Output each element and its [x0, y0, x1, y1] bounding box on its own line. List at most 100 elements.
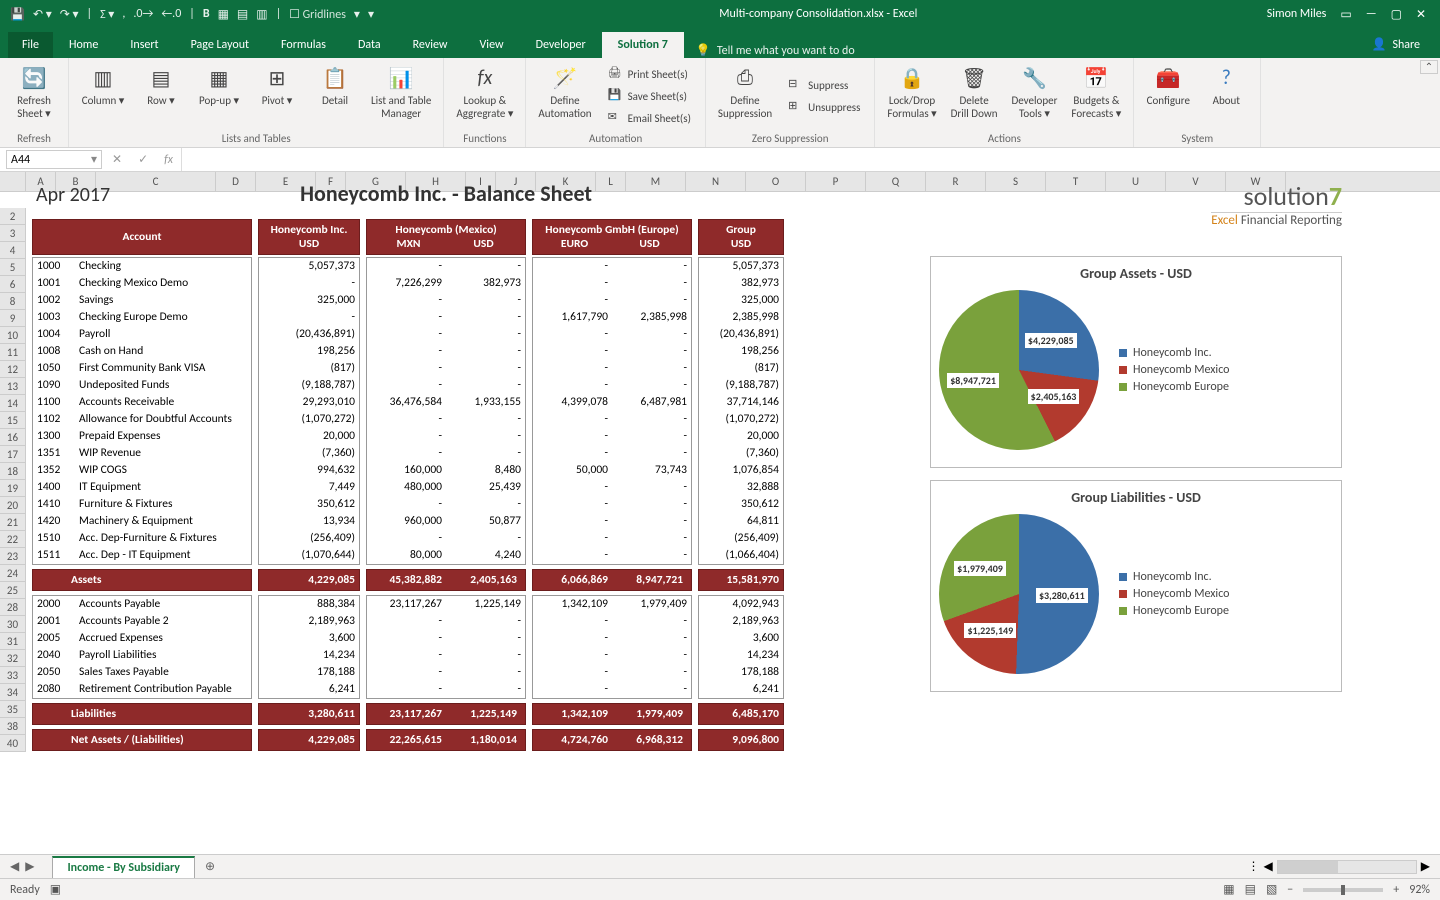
data-cell[interactable]: --: [367, 530, 525, 547]
tab-view[interactable]: View: [464, 32, 520, 58]
data-cell[interactable]: --: [367, 360, 525, 377]
data-cell[interactable]: 80,0004,240: [367, 547, 525, 564]
data-cell[interactable]: --: [533, 445, 691, 462]
data-cell[interactable]: --: [533, 613, 691, 630]
decimal-dec-icon[interactable]: .0→: [133, 7, 153, 21]
account-row[interactable]: 2000Accounts Payable: [33, 596, 251, 613]
tab-data[interactable]: Data: [342, 32, 397, 58]
tab-review[interactable]: Review: [397, 32, 464, 58]
file-tab[interactable]: File: [8, 32, 53, 58]
chevron-down-icon[interactable]: ▾: [91, 152, 97, 167]
data-cell[interactable]: --: [367, 343, 525, 360]
data-cell[interactable]: (7,360): [259, 445, 359, 462]
data-cell[interactable]: (1,070,272): [699, 411, 783, 428]
data-cell[interactable]: (817): [259, 360, 359, 377]
data-cell[interactable]: --: [367, 292, 525, 309]
data-cell[interactable]: --: [367, 428, 525, 445]
close-icon[interactable]: ✕: [1416, 7, 1426, 22]
data-cell[interactable]: --: [533, 275, 691, 292]
define-automation-button[interactable]: 🪄Define Automation: [536, 62, 593, 130]
data-cell[interactable]: --: [533, 647, 691, 664]
delete-drilldown-button[interactable]: 🗑Delete Drill Down: [949, 62, 1000, 130]
data-cell[interactable]: --: [533, 496, 691, 513]
data-cell[interactable]: 480,00025,439: [367, 479, 525, 496]
sheet-tab-active[interactable]: Income - By Subsidiary: [52, 856, 195, 878]
data-cell[interactable]: --: [533, 479, 691, 496]
data-cell[interactable]: --: [533, 681, 691, 698]
data-cell[interactable]: --: [367, 630, 525, 647]
view-pagelayout-icon[interactable]: ▤: [1245, 882, 1256, 897]
share-button[interactable]: 👤Share: [1359, 31, 1432, 58]
account-row[interactable]: 2001Accounts Payable 2: [33, 613, 251, 630]
collapse-ribbon-button[interactable]: ⌃: [1420, 60, 1438, 74]
data-cell[interactable]: 160,0008,480: [367, 462, 525, 479]
data-cell[interactable]: 7,226,299382,973: [367, 275, 525, 292]
data-cell[interactable]: -: [259, 275, 359, 292]
comma-icon[interactable]: ,: [122, 7, 125, 21]
data-cell[interactable]: --: [367, 445, 525, 462]
data-cell[interactable]: 198,256: [259, 343, 359, 360]
account-row[interactable]: 1003Checking Europe Demo: [33, 309, 251, 326]
pivot-button[interactable]: ⊞Pivot ▾: [253, 62, 301, 130]
account-row[interactable]: 1510Acc. Dep-Furniture & Fixtures: [33, 530, 251, 547]
data-cell[interactable]: 2,189,963: [699, 613, 783, 630]
account-row[interactable]: 2080Retirement Contribution Payable: [33, 681, 251, 698]
define-suppression-button[interactable]: ⎙Define Suppression: [716, 62, 774, 130]
chart-group-liabilities[interactable]: Group Liabilities - USD $3,280,611$1,225…: [930, 480, 1342, 692]
tab-home[interactable]: Home: [53, 32, 114, 58]
data-cell[interactable]: (9,188,787): [259, 377, 359, 394]
bold-icon[interactable]: B: [203, 7, 210, 21]
account-row[interactable]: 1352WIP COGS: [33, 462, 251, 479]
data-cell[interactable]: 960,00050,877: [367, 513, 525, 530]
account-row[interactable]: 1420Machinery & Equipment: [33, 513, 251, 530]
data-cell[interactable]: --: [533, 326, 691, 343]
popup-button[interactable]: ▦Pop-up ▾: [195, 62, 243, 130]
tab-solution7[interactable]: Solution 7: [602, 32, 684, 58]
data-cell[interactable]: (256,409): [259, 530, 359, 547]
data-cell[interactable]: --: [533, 258, 691, 275]
tab-nav-prev-icon[interactable]: ◀: [10, 859, 19, 874]
account-row[interactable]: 1050First Community Bank VISA: [33, 360, 251, 377]
redo-icon[interactable]: ↷ ▾: [60, 7, 79, 22]
lookup-aggregate-button[interactable]: fxLookup & Aggregrate ▾: [454, 62, 515, 130]
data-cell[interactable]: 20,000: [259, 428, 359, 445]
data-cell[interactable]: 3,600: [259, 630, 359, 647]
account-row[interactable]: 1102Allowance for Doubtful Accounts: [33, 411, 251, 428]
data-cell[interactable]: --: [533, 630, 691, 647]
account-row[interactable]: 1001Checking Mexico Demo: [33, 275, 251, 292]
refresh-sheet-button[interactable]: 🔄Refresh Sheet ▾: [10, 62, 58, 130]
data-cell[interactable]: 14,234: [699, 647, 783, 664]
data-cell[interactable]: 6,241: [699, 681, 783, 698]
data-cell[interactable]: 5,057,373: [259, 258, 359, 275]
data-cell[interactable]: --: [367, 377, 525, 394]
zoom-out-icon[interactable]: −: [1287, 883, 1293, 897]
print-sheets-button[interactable]: 🖨Print Sheet(s): [604, 64, 695, 84]
data-cell[interactable]: (1,066,404): [699, 547, 783, 564]
data-cell[interactable]: (256,409): [699, 530, 783, 547]
data-cell[interactable]: --: [533, 547, 691, 564]
save-icon[interactable]: 💾: [10, 7, 25, 22]
data-cell[interactable]: (1,070,644): [259, 547, 359, 564]
data-cell[interactable]: 14,234: [259, 647, 359, 664]
tell-me[interactable]: 💡Tell me what you want to do: [696, 43, 855, 58]
account-row[interactable]: 1400IT Equipment: [33, 479, 251, 496]
data-cell[interactable]: 1,076,854: [699, 462, 783, 479]
account-row[interactable]: 1511Acc. Dep - IT Equipment: [33, 547, 251, 564]
account-row[interactable]: 1000Checking: [33, 258, 251, 275]
save-sheets-button[interactable]: 💾Save Sheet(s): [604, 86, 695, 106]
data-cell[interactable]: --: [533, 360, 691, 377]
data-cell[interactable]: 2,189,963: [259, 613, 359, 630]
align-icon[interactable]: ▾: [354, 7, 360, 22]
data-cell[interactable]: --: [533, 292, 691, 309]
data-cell[interactable]: 2,385,998: [699, 309, 783, 326]
gridlines-toggle[interactable]: ☐ Gridlines: [289, 7, 346, 22]
name-box[interactable]: A44▾: [6, 150, 102, 169]
data-cell[interactable]: --: [533, 411, 691, 428]
user-name[interactable]: Simon Miles: [1267, 7, 1327, 21]
new-sheet-button[interactable]: ⊕: [205, 859, 215, 874]
data-cell[interactable]: 6,241: [259, 681, 359, 698]
data-cell[interactable]: 29,293,010: [259, 394, 359, 411]
account-row[interactable]: 2040Payroll Liabilities: [33, 647, 251, 664]
view-pagebreak-icon[interactable]: ▧: [1266, 882, 1277, 897]
data-cell[interactable]: (9,188,787): [699, 377, 783, 394]
